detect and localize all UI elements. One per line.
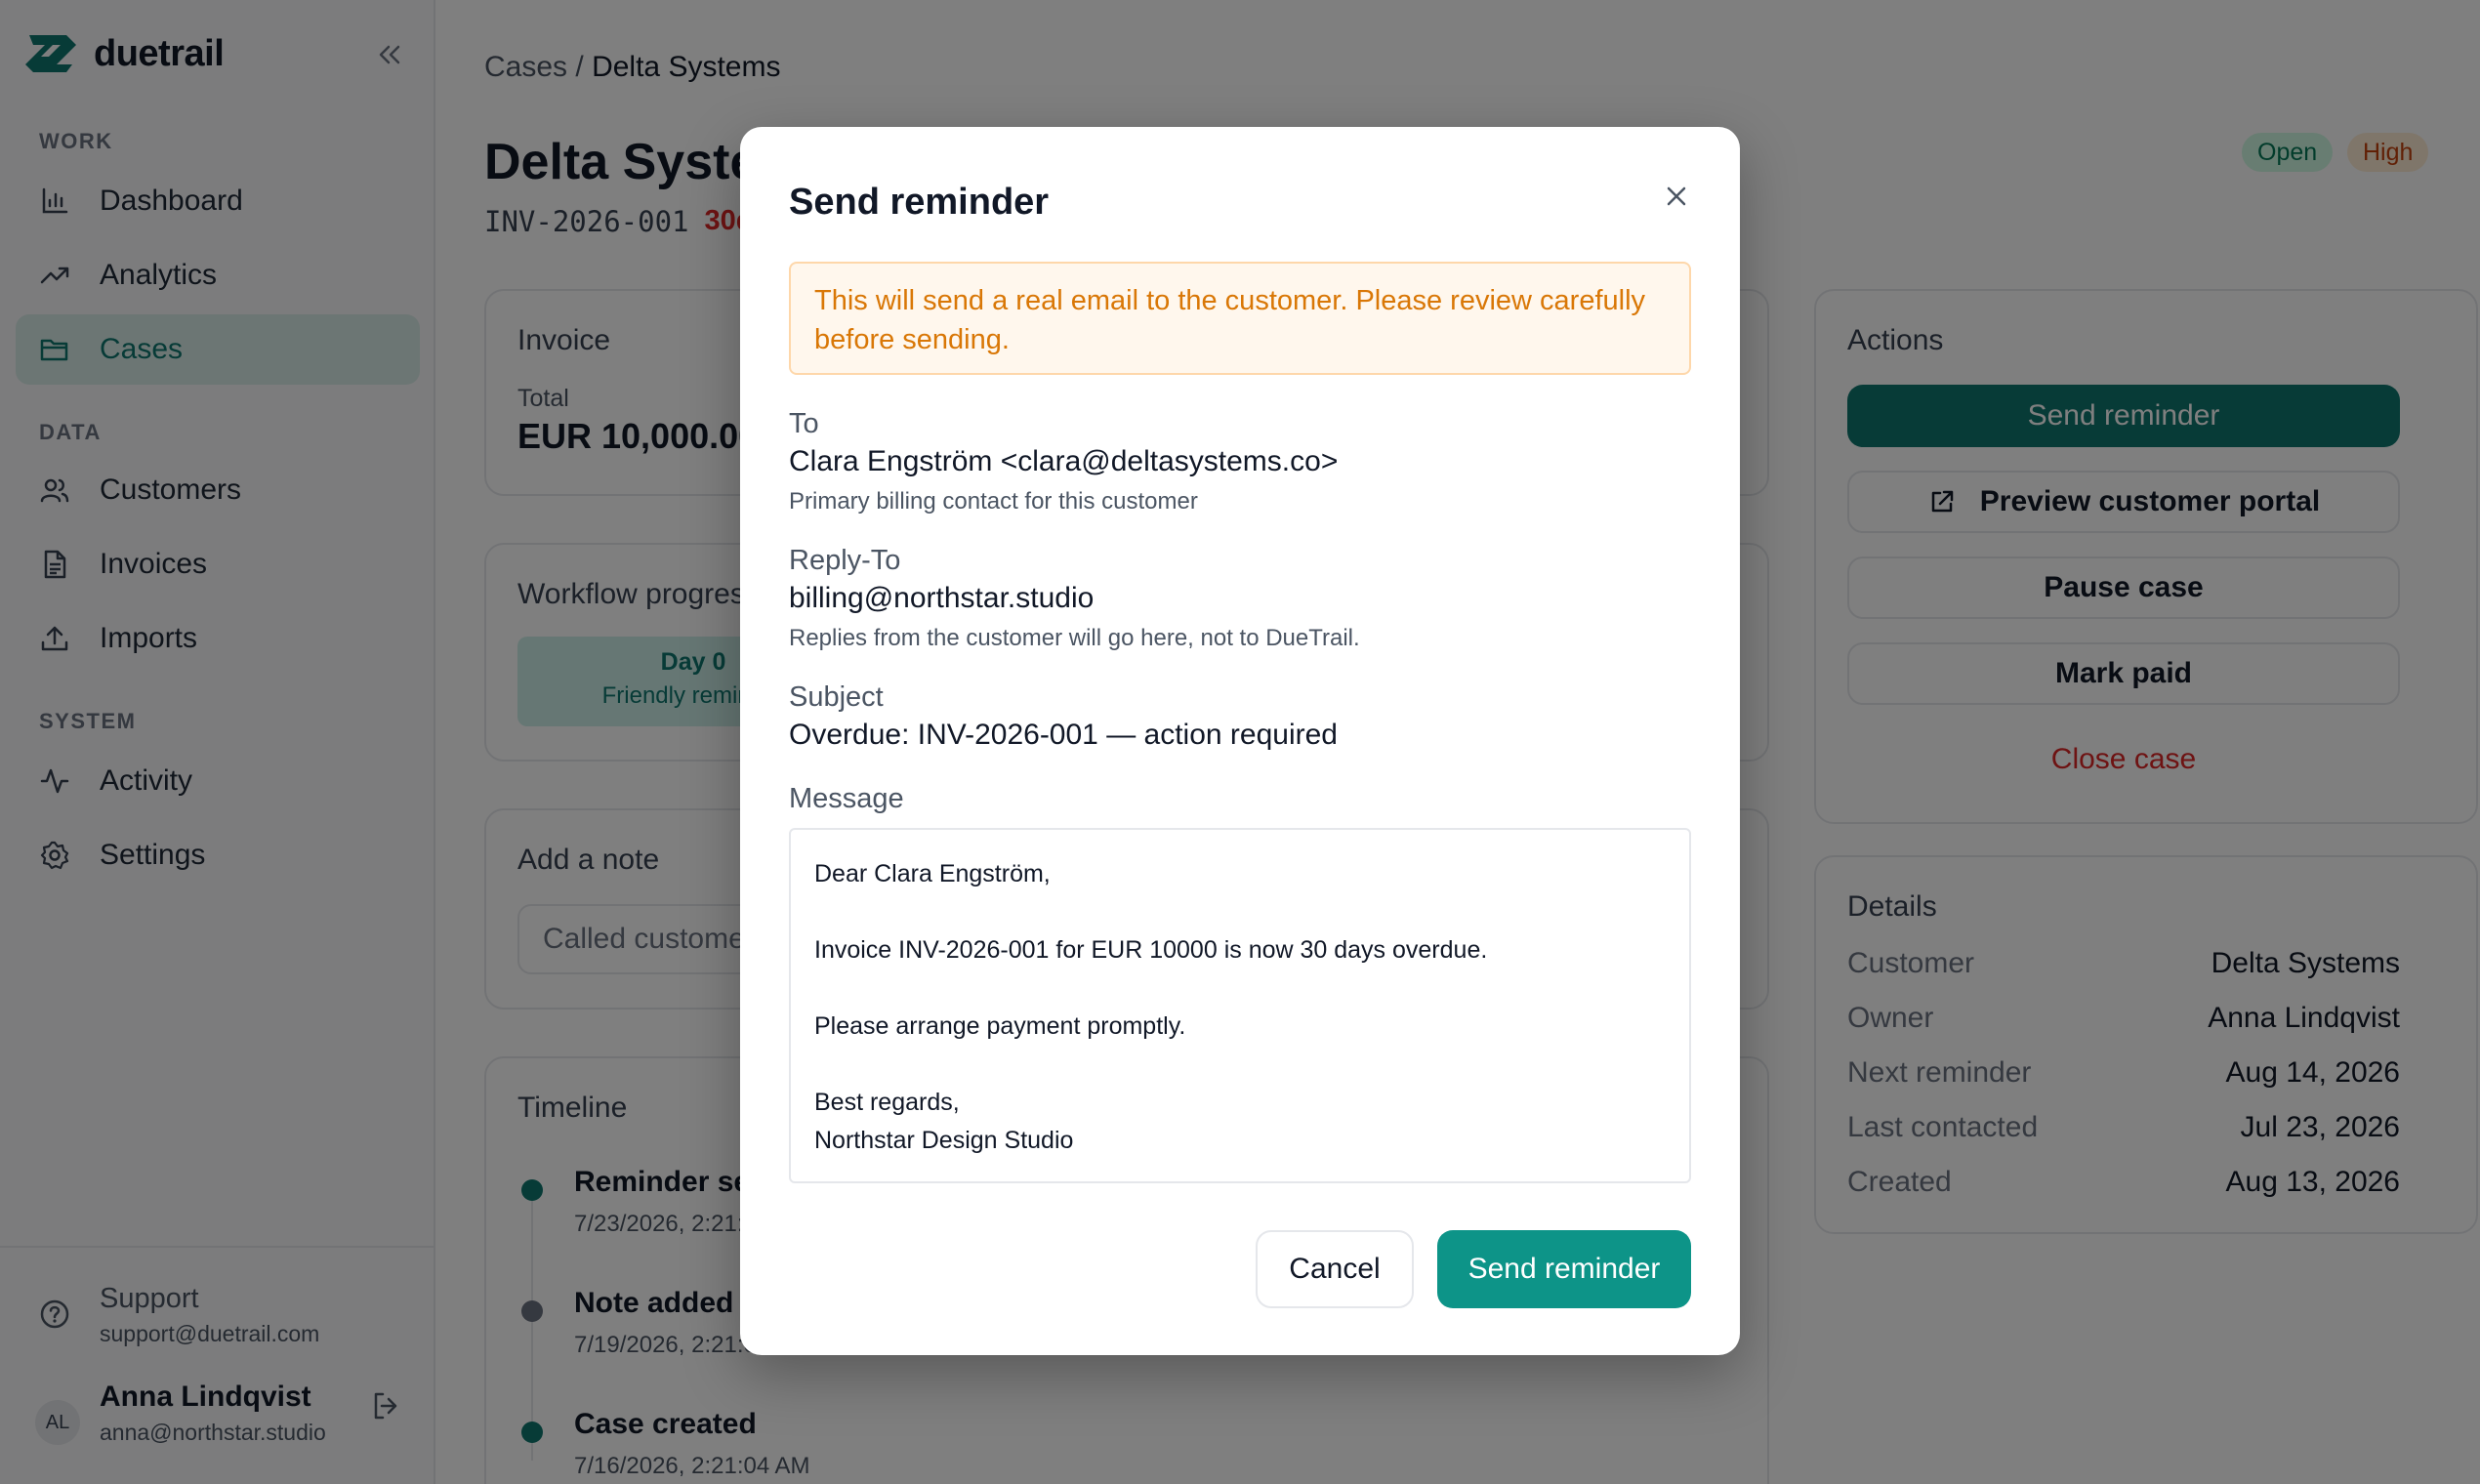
to-hint: Primary billing contact for this custome…	[789, 488, 1198, 515]
close-icon	[1667, 186, 1686, 206]
subject-label: Subject	[789, 681, 884, 713]
reply-to-label: Reply-To	[789, 545, 901, 576]
warning-banner: This will send a real email to the custo…	[789, 262, 1691, 375]
reply-to-value: billing@northstar.studio	[789, 582, 1095, 614]
subject-value: Overdue: INV-2026-001 — action required	[789, 719, 1338, 751]
message-textarea[interactable]: Dear Clara Engström, Invoice INV-2026-00…	[789, 828, 1691, 1183]
to-label: To	[789, 408, 819, 439]
send-reminder-dialog: Send reminder This will send a real emai…	[740, 127, 1740, 1355]
to-value: Clara Engström <clara@deltasystems.co>	[789, 445, 1339, 477]
close-dialog-button[interactable]	[1652, 172, 1701, 221]
cancel-button[interactable]: Cancel	[1256, 1230, 1414, 1308]
dialog-title: Send reminder	[789, 182, 1050, 223]
reply-to-hint: Replies from the customer will go here, …	[789, 625, 1360, 651]
message-label: Message	[789, 783, 904, 814]
send-reminder-confirm-button[interactable]: Send reminder	[1437, 1230, 1691, 1308]
